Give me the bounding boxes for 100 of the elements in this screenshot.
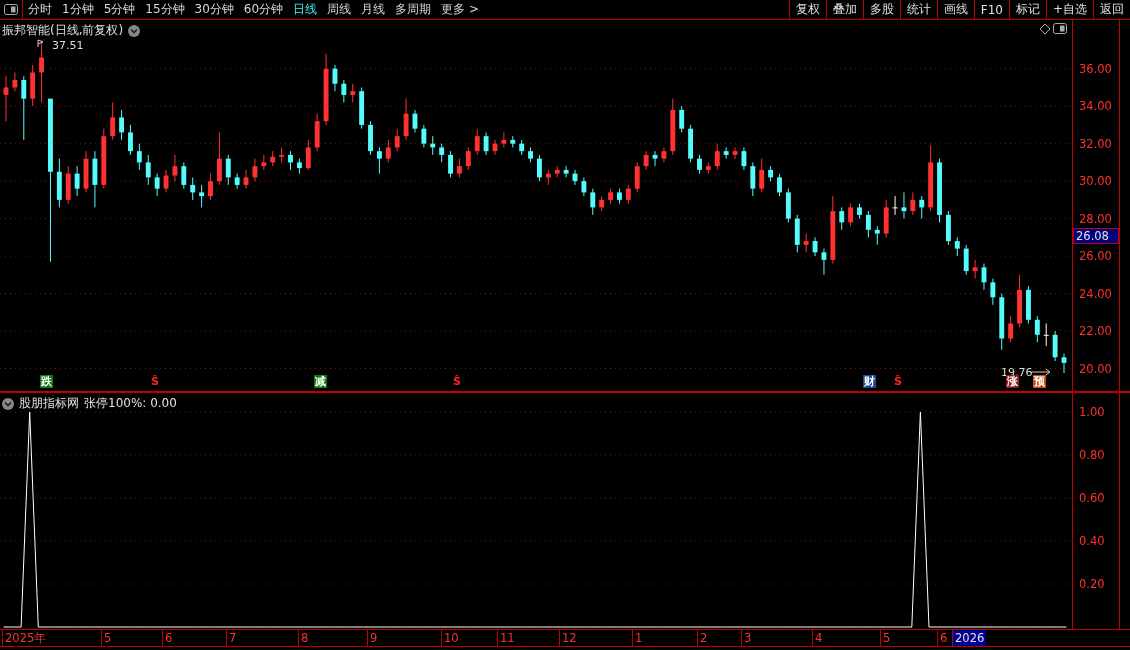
date-label: 4	[812, 630, 825, 646]
candle	[1017, 274, 1022, 328]
candle	[865, 210, 871, 238]
candle	[848, 203, 854, 227]
toolbar-button[interactable]: 画线	[936, 0, 974, 19]
candle	[572, 169, 578, 186]
candle	[199, 184, 205, 208]
candle	[1034, 315, 1040, 343]
candle	[510, 135, 516, 148]
candle	[617, 188, 622, 205]
toolbar-button[interactable]: 多股	[862, 0, 900, 19]
candle	[741, 146, 747, 171]
candle	[314, 113, 320, 152]
toolbar-button[interactable]: 叠加	[825, 0, 863, 19]
date-label: 2025年	[2, 630, 49, 646]
event-tag: 预	[1033, 375, 1046, 388]
candle	[1043, 323, 1049, 347]
candle	[252, 158, 258, 182]
candle	[785, 188, 791, 223]
candle	[30, 64, 36, 107]
signal-mark: Ŝ	[150, 375, 160, 388]
period-tab[interactable]: 多周期	[390, 0, 437, 19]
candle	[812, 236, 818, 257]
arrow-icon	[37, 39, 44, 48]
candle	[430, 135, 436, 156]
toolbar-button[interactable]: 复权	[788, 0, 826, 19]
candle	[65, 165, 71, 205]
candle	[412, 109, 418, 133]
candle	[1008, 315, 1014, 343]
candle	[537, 154, 542, 182]
candle	[972, 259, 978, 280]
period-tab[interactable]: 月线	[356, 0, 391, 19]
panel-toggle-icon[interactable]	[4, 4, 18, 15]
signal-mark: Ŝ	[893, 375, 903, 388]
dropdown-icon[interactable]	[2, 397, 14, 410]
toolbar-button[interactable]: F10	[973, 0, 1009, 19]
axis-label: 0.40	[1079, 534, 1105, 548]
candle	[243, 169, 249, 190]
date-label: 11	[497, 630, 517, 646]
candle	[777, 173, 782, 197]
indicator-legend: 张停100%: 0.00	[84, 395, 177, 412]
candle	[190, 176, 196, 201]
candle	[145, 154, 151, 186]
candle	[350, 83, 356, 103]
toolbar-button[interactable]: 标记	[1008, 0, 1046, 19]
toolbar-button[interactable]: 统计	[899, 0, 937, 19]
date-label: 2026	[952, 630, 987, 646]
event-tag: 减	[314, 375, 327, 388]
candle	[332, 64, 338, 92]
candle	[874, 225, 880, 246]
candle	[368, 120, 373, 156]
period-tab[interactable]: 1分钟	[57, 0, 99, 19]
event-tag: 财	[863, 375, 876, 388]
candle	[163, 169, 169, 193]
candle	[803, 233, 809, 253]
toolbar-button[interactable]: 返回	[1093, 0, 1130, 19]
candle	[919, 195, 925, 220]
candle	[963, 244, 969, 276]
candle	[492, 139, 498, 156]
period-tab[interactable]: 分时	[23, 0, 57, 19]
signal-mark: Ŝ	[452, 375, 462, 388]
date-label: 6	[937, 630, 950, 646]
candle	[56, 158, 62, 208]
axis-label: 0.60	[1079, 491, 1105, 505]
period-tab[interactable]: 5分钟	[98, 0, 141, 19]
candle	[528, 146, 533, 163]
period-tab[interactable]: 更多 >	[436, 0, 484, 19]
candle	[839, 206, 845, 231]
axis-label: 22.00	[1079, 324, 1112, 339]
period-tab[interactable]: 周线	[322, 0, 357, 19]
high-price-label: 37.51	[52, 39, 84, 52]
date-label: 6	[162, 630, 175, 646]
candle	[403, 98, 409, 141]
candle	[296, 158, 302, 175]
axis-label: 1.00	[1079, 405, 1105, 419]
candle	[234, 173, 240, 190]
candle	[385, 139, 391, 163]
axis-label: 34.00	[1079, 99, 1112, 114]
date-label: 9	[367, 630, 380, 646]
candle	[901, 191, 907, 220]
date-label: 12	[559, 630, 579, 646]
candle	[928, 145, 934, 212]
candle	[563, 165, 569, 178]
candle	[608, 188, 613, 205]
dropdown-icon[interactable]	[128, 24, 141, 37]
toolbar-button[interactable]: +自选	[1045, 0, 1093, 19]
current-price-label: 26.08	[1073, 228, 1119, 244]
candle	[181, 161, 187, 190]
axis-label: 20.00	[1079, 361, 1112, 376]
period-tab[interactable]: 日线	[288, 0, 323, 19]
period-tab[interactable]: 60分钟	[238, 0, 289, 19]
candle	[750, 161, 756, 197]
indicator-name: 股朋指标网	[19, 395, 79, 412]
chart-title: 振邦智能(日线,前复权)	[2, 22, 124, 39]
candle	[954, 236, 960, 257]
candle	[981, 263, 987, 291]
period-tab[interactable]: 15分钟	[140, 0, 190, 19]
panel-toggle-icon[interactable]	[1053, 23, 1067, 34]
candle	[279, 146, 285, 163]
period-tab[interactable]: 30分钟	[189, 0, 239, 19]
